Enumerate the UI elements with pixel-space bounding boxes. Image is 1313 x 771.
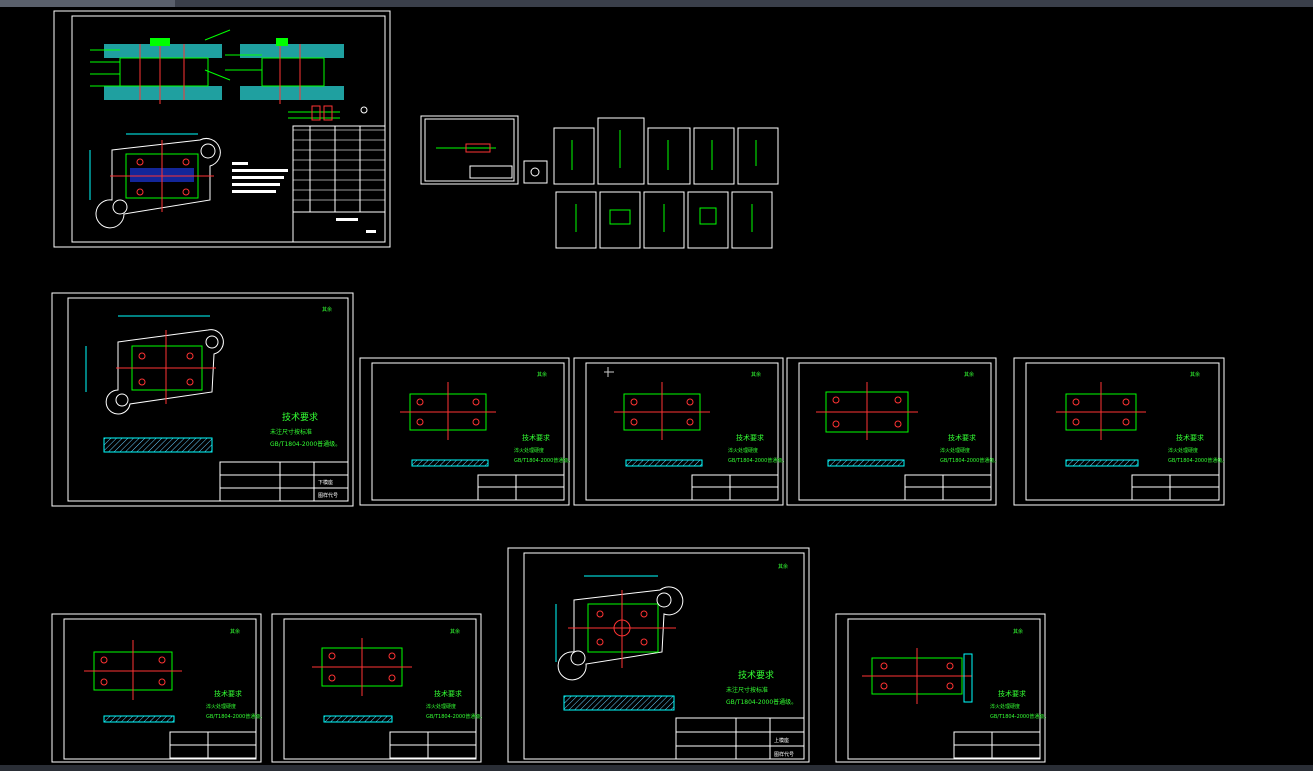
sheet-lower-plate[interactable]: 技术要求 未注尺寸按标准 GB/T1804-2000普通级。 其余 下模座 图样… [51, 292, 354, 507]
tech-req-line2: GB/T1804-2000普通级。 [1168, 457, 1227, 464]
sheet-small-detail[interactable] [523, 160, 548, 184]
tech-req-line2: GB/T1804-2000普通级。 [940, 457, 999, 464]
tech-req-title: 技术要求 [948, 433, 976, 442]
tech-req-line1: 未注尺寸按标准 [726, 686, 768, 694]
roughness-note: 其余 [964, 371, 974, 378]
sheet-small-row1 [553, 117, 779, 185]
roughness-note: 其余 [450, 628, 460, 635]
tech-req-title: 技术要求 [736, 433, 764, 442]
roughness-note: 其余 [1013, 628, 1023, 635]
roughness-note: 其余 [230, 628, 240, 635]
assembly-front-section [90, 29, 231, 104]
tech-req-line1: 淬火处理硬度 [940, 447, 970, 454]
sheet-plate-3[interactable]: 技术要求 淬火处理硬度 GB/T1804-2000普通级。 其余 [573, 357, 787, 506]
tech-req-title: 技术要求 [738, 669, 774, 681]
assembly-plan-view [89, 133, 221, 229]
tech-req-title: 技术要求 [434, 689, 462, 698]
sheet-plate-6[interactable]: 技术要求 淬火处理硬度 GB/T1804-2000普通级。 其余 [51, 613, 265, 763]
roughness-note: 其余 [751, 371, 761, 378]
roughness-note: 其余 [778, 563, 788, 570]
sheet-plate-5[interactable]: 技术要求 淬火处理硬度 GB/T1804-2000普通级。 其余 [1013, 357, 1227, 506]
sheet-punch-part[interactable] [420, 115, 519, 185]
roughness-note: 其余 [322, 306, 332, 313]
cursor-crosshair-icon [604, 367, 614, 377]
sheet-plate-9[interactable]: 技术要求 淬火处理硬度 GB/T1804-2000普通级。 其余 [835, 613, 1049, 763]
title-block-name: 下模座 [318, 479, 333, 486]
sheet-assembly[interactable] [53, 10, 391, 248]
strip-layout [288, 105, 368, 121]
tech-req-line1: 淬火处理硬度 [990, 703, 1020, 710]
tech-req-line1: 未注尺寸按标准 [270, 428, 312, 436]
tech-req-line2: GB/T1804-2000普通级。 [206, 713, 265, 720]
sheet-upper-plate[interactable]: 技术要求 未注尺寸按标准 GB/T1804-2000普通级。 其余 上模座 图样… [507, 547, 810, 763]
cad-model-space[interactable]: 技术要求 未注尺寸按标准 GB/T1804-2000普通级。 其余 下模座 图样… [0, 0, 1313, 765]
bill-of-materials [292, 125, 386, 243]
tech-req-line2: GB/T1804-2000普通级。 [728, 457, 787, 464]
tech-req-line2: GB/T1804-2000普通级。 [726, 698, 797, 706]
tech-req-title: 技术要求 [522, 433, 550, 442]
tech-req-line2: GB/T1804-2000普通级。 [990, 713, 1049, 720]
tech-req-line1: 淬火处理硬度 [1168, 447, 1198, 454]
sheet-plate-4[interactable]: 技术要求 淬火处理硬度 GB/T1804-2000普通级。 其余 [786, 357, 999, 506]
title-block-code: 图样代号 [774, 751, 794, 758]
tech-req-line1: 淬火处理硬度 [206, 703, 236, 710]
tech-req-line2: GB/T1804-2000普通级。 [426, 713, 485, 720]
sheet-small-row2 [555, 191, 773, 249]
sheet-plate-2[interactable]: 技术要求 淬火处理硬度 GB/T1804-2000普通级。 其余 [359, 357, 573, 506]
tech-req-line1: 淬火处理硬度 [426, 703, 456, 710]
assembly-side-section [225, 38, 344, 104]
tech-req-title: 技术要求 [998, 689, 1026, 698]
tech-req-title: 技术要求 [282, 411, 318, 423]
tech-req-title: 技术要求 [1176, 433, 1204, 442]
tech-req-title: 技术要求 [214, 689, 242, 698]
tech-req-line1: 淬火处理硬度 [514, 447, 544, 454]
title-block-code: 图样代号 [318, 492, 338, 499]
tech-req-line2: GB/T1804-2000普通级。 [514, 457, 573, 464]
title-block-name: 上模座 [774, 737, 789, 744]
roughness-note: 其余 [537, 371, 547, 378]
tech-req-line2: GB/T1804-2000普通级。 [270, 440, 341, 448]
tech-req-line1: 淬火处理硬度 [728, 447, 758, 454]
sheet-plate-7[interactable]: 技术要求 淬火处理硬度 GB/T1804-2000普通级。 其余 [271, 613, 485, 763]
status-bar [0, 765, 1313, 771]
assembly-notes [232, 162, 288, 193]
roughness-note: 其余 [1190, 371, 1200, 378]
